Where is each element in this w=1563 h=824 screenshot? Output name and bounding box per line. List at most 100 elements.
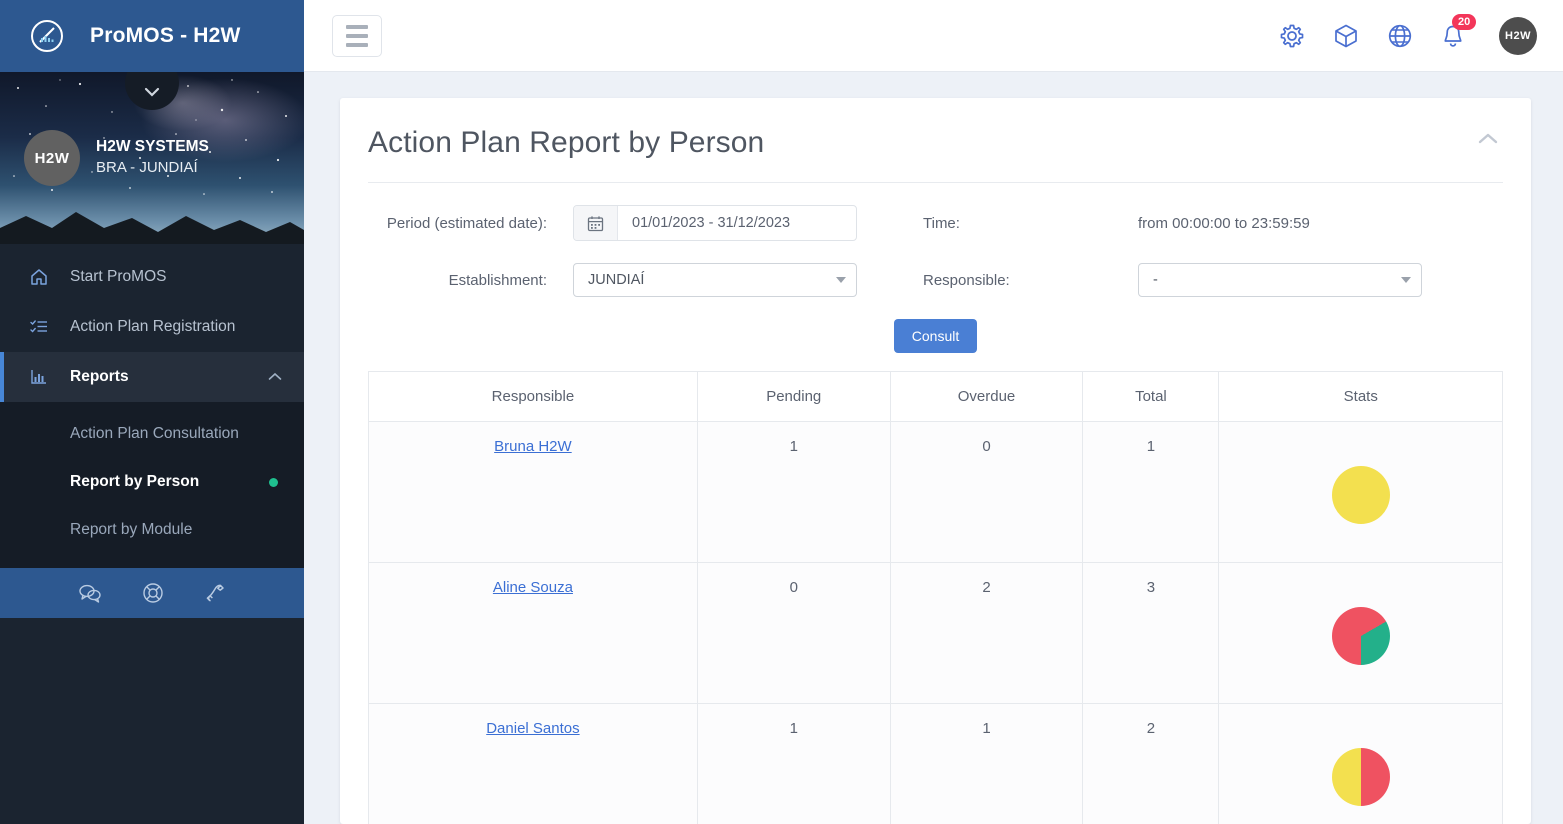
period-label: Period (estimated date): xyxy=(386,214,547,232)
responsible-select[interactable]: - xyxy=(1138,263,1422,297)
filter-form: Period (estimated date): 01/01/2023 - 31… xyxy=(340,183,1531,353)
main-area: 20 H2W Action Plan Report by Person Peri… xyxy=(304,0,1563,824)
chevron-down-icon xyxy=(144,84,160,102)
column-header-pending: Pending xyxy=(696,371,891,422)
pie-chart-wrap xyxy=(1219,438,1502,524)
sidebar-subitem-label: Report by Person xyxy=(70,473,200,490)
sidebar-item-reports[interactable]: Reports xyxy=(0,352,304,402)
cell-pending: 0 xyxy=(696,562,891,704)
sidebar-user-name: H2W SYSTEMS xyxy=(96,138,209,156)
table-row: Bruna H2W 1 0 1 xyxy=(368,421,1503,563)
sidebar-submenu-reports: Action Plan Consultation Report by Perso… xyxy=(0,402,304,568)
hamburger-icon[interactable] xyxy=(332,14,382,57)
cell-responsible: Daniel Santos xyxy=(368,703,698,824)
cell-pending: 1 xyxy=(696,421,891,563)
period-value[interactable]: 01/01/2023 - 31/12/2023 xyxy=(618,206,856,240)
sidebar-item-report-by-module[interactable]: Report by Module xyxy=(0,506,304,554)
column-header-total: Total xyxy=(1082,371,1220,422)
pie-chart xyxy=(1331,466,1390,524)
sidebar-nav: Start ProMOS Action Plan Registration Re… xyxy=(0,244,304,618)
time-value: from 00:00:00 to 23:59:59 xyxy=(1138,214,1310,232)
pie-chart xyxy=(1331,748,1390,806)
cell-overdue-value: 2 xyxy=(982,579,991,596)
table-header: Responsible Pending Overdue Total Stats xyxy=(368,371,1503,422)
mountain-silhouette xyxy=(0,212,304,244)
avatar: H2W xyxy=(24,130,80,186)
pie-chart-wrap xyxy=(1219,579,1502,665)
cell-total-value: 1 xyxy=(1146,438,1156,455)
chevron-down-icon xyxy=(1401,277,1411,283)
globe-icon[interactable] xyxy=(1387,23,1413,49)
sidebar-user-block[interactable]: H2W H2W SYSTEMS BRA - JUNDIAÍ xyxy=(24,130,209,186)
calendar-icon xyxy=(574,206,618,240)
responsible-value: - xyxy=(1153,272,1158,288)
filter-row-period: Period (estimated date): 01/01/2023 - 31… xyxy=(368,205,1503,241)
gear-icon[interactable] xyxy=(1279,23,1305,49)
phone-icon[interactable] xyxy=(204,582,226,604)
app-root: ProMOS - H2W H2W H2W SYSTEMS BRA - JUNDI… xyxy=(0,0,1563,824)
cell-pending-value: 0 xyxy=(789,579,798,596)
responsible-link[interactable]: Bruna H2W xyxy=(494,438,572,455)
consult-row: Consult xyxy=(368,319,1503,353)
sidebar-brand[interactable]: ProMOS - H2W xyxy=(0,0,304,72)
home-icon xyxy=(28,266,50,288)
report-card: Action Plan Report by Person Period (est… xyxy=(340,98,1531,824)
cell-stats xyxy=(1218,421,1503,563)
report-table-scroll[interactable]: Responsible Pending Overdue Total Stats … xyxy=(340,371,1531,824)
sidebar-item-start-promos[interactable]: Start ProMOS xyxy=(0,252,304,302)
sidebar-item-label: Start ProMOS xyxy=(70,268,167,285)
cell-total: 3 xyxy=(1082,562,1220,704)
sidebar-item-label: Reports xyxy=(70,368,129,385)
responsible-link[interactable]: Daniel Santos xyxy=(486,720,579,737)
establishment-label: Establishment: xyxy=(448,271,547,289)
active-indicator-dot xyxy=(269,477,278,487)
column-header-responsible: Responsible xyxy=(368,371,698,422)
table-row: Aline Souza 0 2 3 xyxy=(368,562,1503,704)
cube-icon[interactable] xyxy=(1333,23,1359,49)
chevron-up-icon[interactable] xyxy=(1473,126,1503,156)
responsible-link[interactable]: Aline Souza xyxy=(493,579,573,596)
brand-title: ProMOS - H2W xyxy=(90,24,241,47)
sidebar-item-label: Action Plan Registration xyxy=(70,318,236,335)
establishment-select[interactable]: JUNDIAÍ xyxy=(573,263,857,297)
topbar: 20 H2W xyxy=(304,0,1563,72)
cell-overdue-value: 1 xyxy=(982,720,991,737)
checklist-icon xyxy=(28,316,50,338)
cell-pending: 1 xyxy=(696,703,891,824)
cell-overdue: 0 xyxy=(889,421,1084,563)
period-date-range-input[interactable]: 01/01/2023 - 31/12/2023 xyxy=(573,205,857,241)
cell-total-value: 2 xyxy=(1146,720,1156,737)
responsible-label: Responsible: xyxy=(923,271,1010,289)
cell-responsible: Aline Souza xyxy=(368,562,698,704)
card-header: Action Plan Report by Person xyxy=(340,98,1531,160)
sidebar-subitem-label: Report by Module xyxy=(70,521,193,538)
bell-icon[interactable]: 20 xyxy=(1441,13,1477,49)
sidebar-hero: H2W H2W SYSTEMS BRA - JUNDIAÍ xyxy=(0,72,304,244)
cell-total-value: 3 xyxy=(1146,579,1156,596)
topbar-icons: 20 H2W xyxy=(1279,13,1537,55)
notification-badge: 20 xyxy=(1452,13,1477,30)
chat-icon[interactable] xyxy=(78,582,102,604)
content-area: Action Plan Report by Person Period (est… xyxy=(304,72,1563,824)
consult-button[interactable]: Consult xyxy=(893,319,978,353)
table-header-row: Responsible Pending Overdue Total Stats xyxy=(368,371,1503,422)
cell-pending-value: 1 xyxy=(789,438,798,455)
column-header-stats: Stats xyxy=(1218,371,1503,422)
time-label: Time: xyxy=(923,214,960,232)
bar-chart-icon xyxy=(28,366,50,388)
cell-overdue: 1 xyxy=(889,703,1084,824)
sidebar-item-action-plan-registration[interactable]: Action Plan Registration xyxy=(0,302,304,352)
cell-total: 2 xyxy=(1082,703,1220,824)
sidebar-item-report-by-person[interactable]: Report by Person xyxy=(0,458,304,506)
user-avatar[interactable]: H2W xyxy=(1499,16,1537,55)
cell-stats xyxy=(1218,562,1503,704)
sidebar-item-action-plan-consultation[interactable]: Action Plan Consultation xyxy=(0,410,304,458)
sidebar-footer xyxy=(0,568,304,618)
report-table: Responsible Pending Overdue Total Stats … xyxy=(368,371,1503,824)
cell-total: 1 xyxy=(1082,421,1220,563)
chevron-up-icon xyxy=(268,368,282,386)
sidebar-subitem-label: Action Plan Consultation xyxy=(70,425,239,442)
cell-stats xyxy=(1218,703,1503,824)
gauge-icon xyxy=(28,17,66,55)
lifebuoy-icon[interactable] xyxy=(142,582,164,604)
